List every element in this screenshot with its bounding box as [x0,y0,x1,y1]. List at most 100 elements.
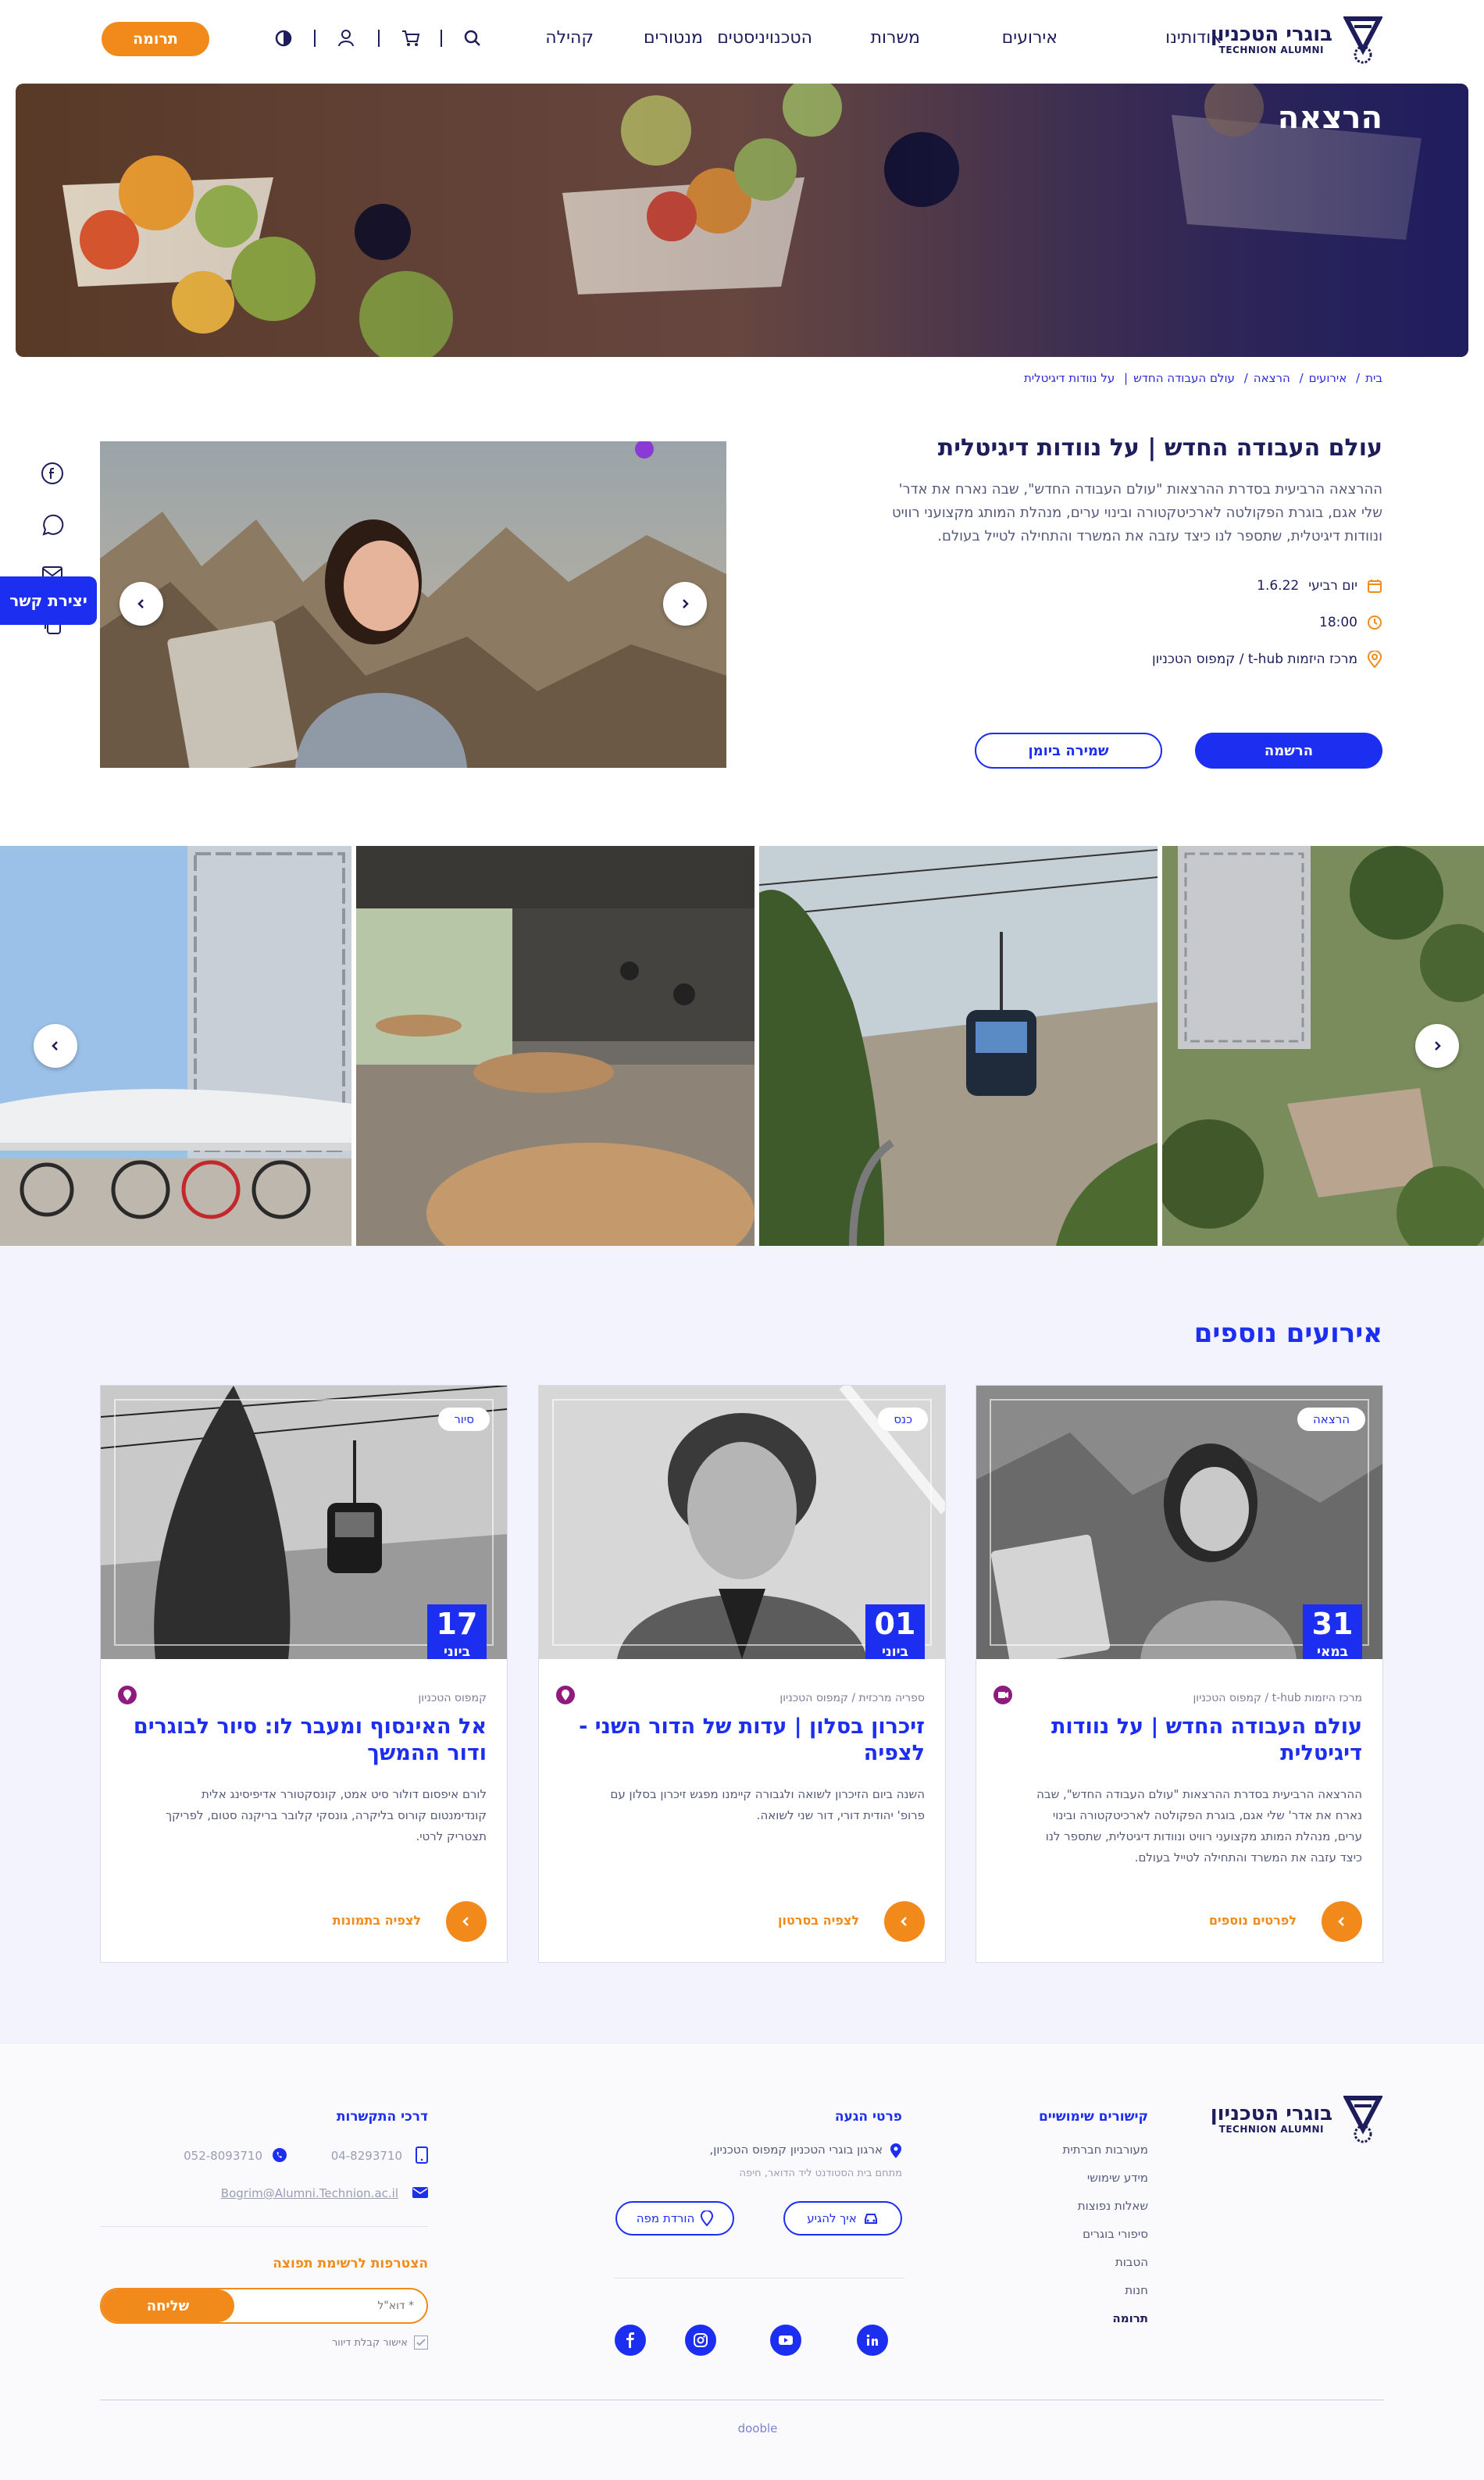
event-card-day: 01 [874,1607,916,1641]
event-card-month: ביוני [444,1644,470,1659]
instagram-icon[interactable] [685,2325,716,2356]
footer-link[interactable]: מידע שימושי [1087,2171,1148,2185]
facebook-icon[interactable] [615,2325,646,2356]
donate-button[interactable]: תרומה [102,22,209,56]
gallery-next-button[interactable] [34,1024,77,1068]
event-time: 18:00 [1319,615,1357,630]
how-to-get-button[interactable]: איך להגיע [783,2201,902,2236]
consent-checkbox[interactable] [414,2335,428,2350]
contrast-icon[interactable] [275,30,292,47]
footer-logo[interactable]: בוגרי הטכניון TECHNION ALUMNI [1211,2095,1382,2143]
save-to-calendar-button[interactable]: שמירה ביומן [975,733,1162,769]
newsletter-email-input[interactable] [242,2296,414,2316]
breadcrumb-current-part2: על נוודות דיגיטלית [1023,371,1115,385]
header-separator [314,30,316,47]
event-card-date: 31 במאי [1303,1604,1362,1659]
event-card-link[interactable]: לצפיה בתמונות [333,1913,421,1928]
linkedin-icon[interactable] [857,2325,888,2356]
email-icon [412,2186,428,2199]
facebook-icon[interactable] [41,462,64,485]
how-to-get-label: איך להגיע [807,2211,857,2225]
contact-us-tab[interactable]: יצירת קשר [0,576,97,625]
nav-events[interactable]: אירועים [1002,28,1058,48]
clock-icon [1367,615,1382,630]
event-weekday: יום רביעי [1308,578,1357,594]
carousel-next-button[interactable] [120,582,163,626]
technion-logo-icon [1343,16,1382,64]
event-card-location: קמפוס הטכניון [418,1692,487,1704]
location-pin-icon [118,1686,137,1704]
breadcrumb-current-part1: עולם העבודה החדש [1133,371,1235,385]
hero-title: הרצאה [1277,100,1382,136]
register-button[interactable]: הרשמה [1195,733,1382,769]
footer-link[interactable]: חנות [1125,2283,1148,2297]
event-card-arrow-button[interactable] [884,1901,925,1942]
footer-phone[interactable]: 04-8293710 [331,2149,402,2163]
event-card-link[interactable]: לצפיה בסרטון [778,1913,859,1928]
logo-hebrew: בוגרי הטכניון [1210,2102,1332,2126]
consent-row: אישור קבלת דיוור [332,2335,428,2350]
chevron-left-icon [52,1041,58,1051]
breadcrumb-lecture[interactable]: הרצאה [1254,371,1290,385]
breadcrumb: בית/ אירועים/ הרצאה/ עולם העבודה החדש| ע… [1023,371,1382,385]
download-map-button[interactable]: הורדת מפה [615,2201,734,2236]
footer-link[interactable]: שאלות נפוצות [1078,2199,1148,2213]
carousel-prev-button[interactable] [663,582,707,626]
footer-divider [100,2226,428,2227]
gallery-image-cable-car [759,846,1158,1246]
nav-jobs[interactable]: משרות [871,28,920,48]
footer-contact-title: דרכי התקשרות [336,2109,428,2125]
event-card[interactable]: סיור 17 ביוני קמפוס הטכניון אל האינסוף ו… [100,1385,508,1963]
cart-icon[interactable] [401,30,420,47]
youtube-icon[interactable] [770,2325,801,2356]
event-card-image: כנס 01 ביוני [539,1386,945,1659]
search-icon[interactable] [464,30,481,47]
nav-mentors[interactable]: מנטורים [644,28,703,48]
event-card-arrow-button[interactable] [446,1901,487,1942]
footer-link-donate[interactable]: תרומה [1112,2311,1148,2325]
event-card-tag: סיור [438,1408,490,1431]
event-card-description: ההרצאה הרביעית בסדרת ההרצאות "עולם העבוד… [1036,1787,1362,1864]
event-card-link[interactable]: לפרטים נוספים [1209,1913,1297,1928]
whatsapp-icon[interactable] [41,513,64,537]
site-logo[interactable]: בוגרי הטכניון TECHNION ALUMNI [1211,16,1382,64]
nav-community[interactable]: קהילה [545,28,594,48]
logo-english: TECHNION ALUMNI [1218,2124,1325,2136]
event-card-title[interactable]: זיכרון בסלון | עדות של הדור השני - לצפיה [565,1714,925,1767]
nav-about[interactable]: אודותינו [1165,28,1222,48]
gallery-prev-button[interactable] [1415,1024,1459,1068]
event-card[interactable]: כנס 01 ביוני ספריה מרכזית / קמפוס הטכניו… [538,1385,946,1963]
footer-email[interactable]: Bogrim@Alumni.Technion.ac.il [221,2186,398,2200]
header-separator [441,30,442,47]
newsletter-submit-button[interactable]: שליחה [102,2289,234,2322]
campus-gallery [0,846,1484,1246]
event-card-date: 17 ביוני [427,1604,487,1659]
breadcrumb-home[interactable]: בית [1365,371,1382,385]
footer-link[interactable]: סיפורי בוגרים [1083,2227,1148,2241]
hero-banner [16,84,1468,357]
footer-arrival-title: פרטי הגעה [834,2109,902,2125]
map-pin-icon [701,2211,714,2226]
nav-technovists[interactable]: הטכנויניסטים [717,28,812,48]
event-card-title[interactable]: אל האינסוף ומעבר לו: סיור לבוגרים ודור ה… [127,1714,487,1767]
footer-link[interactable]: הטבות [1115,2255,1148,2269]
event-card-title[interactable]: עולם העבודה החדש | על נוודות דיגיטלית [1003,1714,1362,1767]
event-card-day: 31 [1311,1607,1354,1641]
event-date-row: יום רביעי 1.6.22 [1257,578,1382,594]
location-pin-icon [556,1686,575,1704]
newsletter-title: הצטרפות לרשימת תפוצה [273,2256,428,2271]
event-card[interactable]: הרצאה 31 במאי מרכז היזמות t-hub / קמפוס … [976,1385,1383,1963]
footer-whatsapp[interactable]: 052-8093710 [184,2149,262,2163]
event-card-month: במאי [1316,1644,1349,1659]
event-card-arrow-button[interactable] [1322,1901,1362,1942]
check-icon [416,2339,426,2346]
event-card-description: לורם איפסום דולור סיט אמט, קונסקטורר אדי… [166,1787,487,1843]
video-icon [993,1686,1012,1704]
breadcrumb-events[interactable]: אירועים [1309,371,1347,385]
footer-credit[interactable]: dooble [0,2421,1484,2435]
footer-link[interactable]: מעורבות חברתית [1062,2143,1148,2157]
chevron-left-icon [462,1917,469,1926]
footer-links-title: קישורים שימושיים [1038,2109,1148,2125]
user-icon[interactable] [337,30,355,47]
site-header: בוגרי הטכניון TECHNION ALUMNI אודותינו א… [0,0,1484,81]
